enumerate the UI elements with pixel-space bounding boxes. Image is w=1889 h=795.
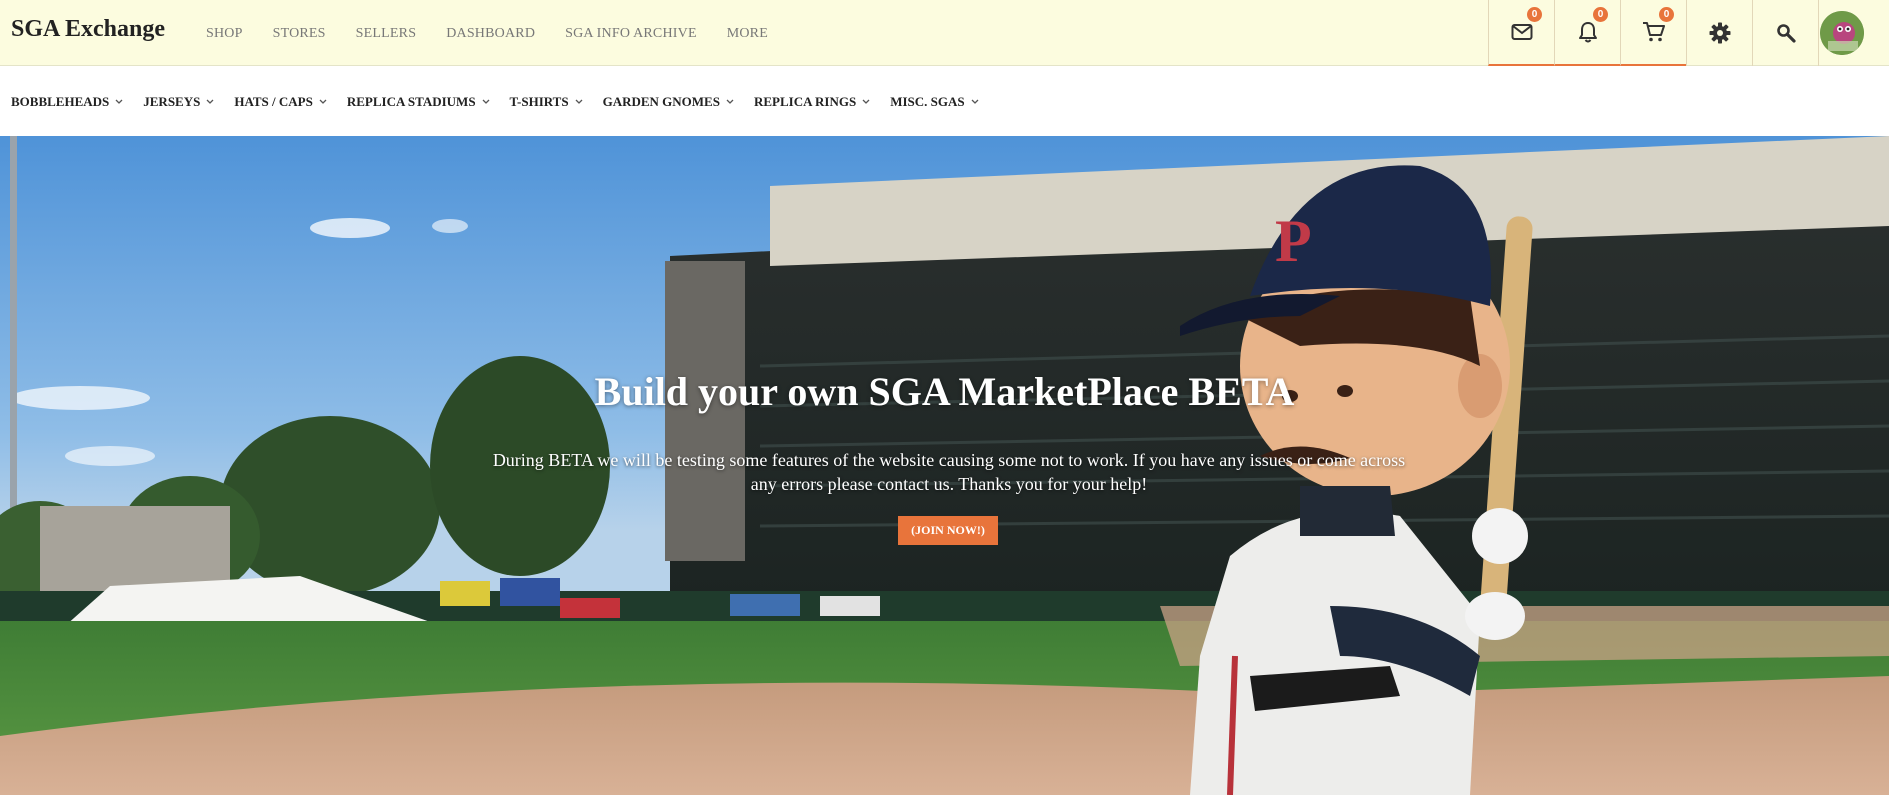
header-icons: 0 0 0 (1488, 0, 1865, 66)
category-label: JERSEYS (143, 94, 201, 109)
cart-icon (1642, 22, 1665, 42)
nav-more[interactable]: MORE (727, 26, 768, 42)
category-bobbleheads[interactable]: BOBBLEHEADS (11, 94, 123, 110)
cart-button[interactable]: 0 (1620, 0, 1686, 66)
notifications-badge: 0 (1593, 7, 1608, 22)
messages-badge: 0 (1527, 7, 1542, 22)
category-t-shirts[interactable]: T-SHIRTS (510, 94, 583, 110)
nav-shop[interactable]: SHOP (206, 26, 243, 42)
category-label: REPLICA RINGS (753, 94, 857, 109)
category-replica-stadiums[interactable]: REPLICA STADIUMS (347, 94, 490, 110)
notifications-button[interactable]: 0 (1554, 0, 1620, 66)
search-button[interactable] (1752, 0, 1818, 66)
chevron-down-icon (319, 99, 327, 104)
category-label: MISC. SGAS (890, 94, 965, 109)
category-label: HATS / CAPS (234, 94, 313, 109)
hero-banner: P Build your own SGA MarketPlace BETA Du… (0, 136, 1889, 795)
hero-title: Build your own SGA MarketPlace BETA (594, 369, 1295, 414)
chevron-down-icon (575, 99, 583, 104)
join-now-button[interactable]: (JOIN NOW!) (898, 516, 998, 545)
category-menu: BOBBLEHEADS JERSEYS HATS / CAPS REPLICA … (11, 94, 999, 110)
category-misc-sgas[interactable]: MISC. SGAS (890, 94, 979, 110)
chevron-down-icon (482, 99, 490, 104)
chevron-down-icon (726, 99, 734, 104)
svg-text:P: P (1275, 208, 1312, 274)
search-icon (1776, 24, 1796, 43)
nav-dashboard[interactable]: DASHBOARD (446, 26, 535, 42)
nav-stores[interactable]: STORES (273, 26, 326, 42)
settings-button[interactable] (1686, 0, 1752, 66)
chevron-down-icon (206, 99, 214, 104)
category-label: REPLICA STADIUMS (346, 94, 476, 109)
category-label: GARDEN GNOMES (602, 94, 720, 109)
brand-logo[interactable]: SGA Exchange (11, 16, 165, 43)
messages-button[interactable]: 0 (1488, 0, 1554, 66)
chevron-down-icon (971, 99, 979, 104)
bell-icon (1578, 22, 1597, 43)
category-label: BOBBLEHEADS (11, 94, 110, 109)
top-bar: SGA Exchange SHOP STORES SELLERS DASHBOA… (0, 0, 1889, 66)
nav-sga-info-archive[interactable]: SGA INFO ARCHIVE (565, 26, 697, 42)
user-avatar (1820, 11, 1864, 55)
category-bar: BOBBLEHEADS JERSEYS HATS / CAPS REPLICA … (0, 66, 1889, 136)
chevron-down-icon (115, 99, 123, 104)
category-jerseys[interactable]: JERSEYS (143, 94, 214, 110)
profile-button[interactable] (1818, 0, 1865, 66)
category-replica-rings[interactable]: REPLICA RINGS (754, 94, 870, 110)
gear-icon (1709, 22, 1730, 44)
chevron-down-icon (862, 99, 870, 104)
category-label: T-SHIRTS (509, 94, 569, 109)
category-hats-caps[interactable]: HATS / CAPS (234, 94, 327, 110)
hero-description: During BETA we will be testing some feat… (492, 450, 1406, 494)
top-nav: SHOP STORES SELLERS DASHBOARD SGA INFO A… (206, 26, 798, 42)
cart-badge: 0 (1659, 7, 1674, 22)
nav-sellers[interactable]: SELLERS (356, 26, 417, 42)
category-garden-gnomes[interactable]: GARDEN GNOMES (603, 94, 734, 110)
mail-icon (1511, 24, 1532, 40)
